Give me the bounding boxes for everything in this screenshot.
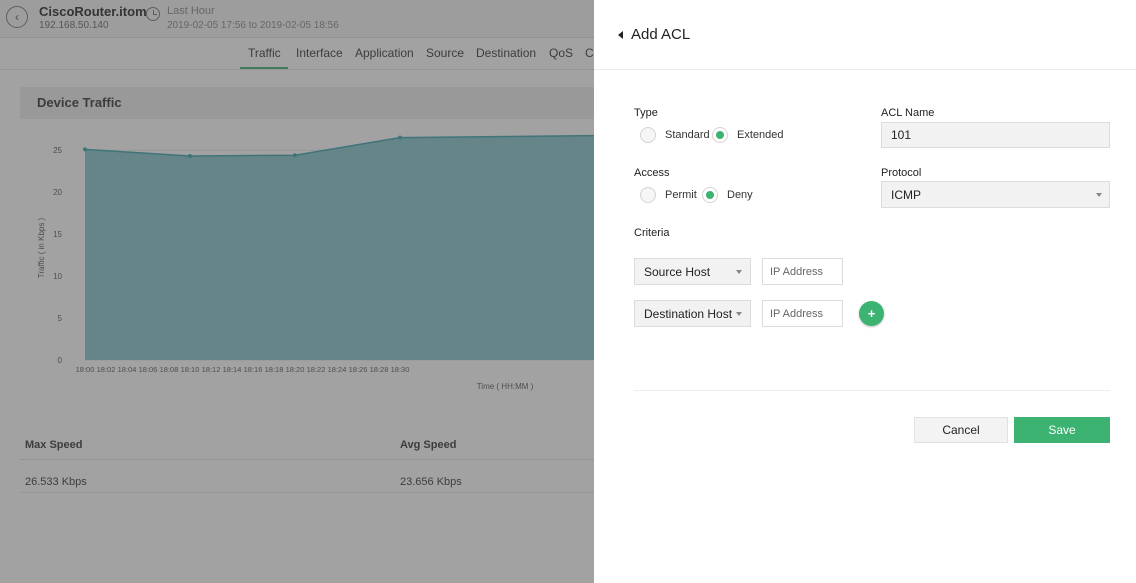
chevron-down-icon [736, 270, 742, 274]
type-extended-radio[interactable] [712, 127, 728, 143]
type-label: Type [634, 107, 658, 119]
chevron-down-icon [1096, 193, 1102, 197]
modal-backdrop[interactable] [0, 0, 594, 583]
acl-name-label: ACL Name [881, 107, 935, 119]
add-criteria-button[interactable]: + [859, 301, 884, 326]
source-host-value: Source Host [644, 264, 711, 279]
source-host-select[interactable]: Source Host [634, 258, 751, 285]
type-standard-label: Standard [665, 129, 710, 141]
protocol-value: ICMP [891, 187, 921, 202]
chevron-down-icon [736, 312, 742, 316]
destination-host-value: Destination Host [644, 306, 733, 321]
acl-name-input[interactable]: 101 [881, 122, 1110, 148]
type-extended-label: Extended [737, 129, 784, 141]
access-deny-radio[interactable] [702, 187, 718, 203]
criteria-label: Criteria [634, 227, 670, 239]
add-acl-panel: Add ACL Type Standard Extended ACL Name … [594, 0, 1136, 583]
protocol-select[interactable]: ICMP [881, 181, 1110, 208]
collapse-caret-icon[interactable] [618, 31, 623, 39]
add-acl-header: Add ACL [594, 0, 1136, 70]
source-ip-input[interactable]: IP Address [762, 258, 843, 285]
destination-ip-input[interactable]: IP Address [762, 300, 843, 327]
cancel-button[interactable]: Cancel [914, 417, 1008, 443]
access-permit-label: Permit [665, 189, 697, 201]
save-button[interactable]: Save [1014, 417, 1110, 443]
protocol-label: Protocol [881, 167, 922, 179]
access-deny-label: Deny [727, 189, 753, 201]
access-permit-radio[interactable] [640, 187, 656, 203]
add-acl-title: Add ACL [631, 26, 691, 43]
form-divider [634, 390, 1110, 391]
access-label: Access [634, 167, 670, 179]
type-standard-radio[interactable] [640, 127, 656, 143]
destination-host-select[interactable]: Destination Host [634, 300, 751, 327]
